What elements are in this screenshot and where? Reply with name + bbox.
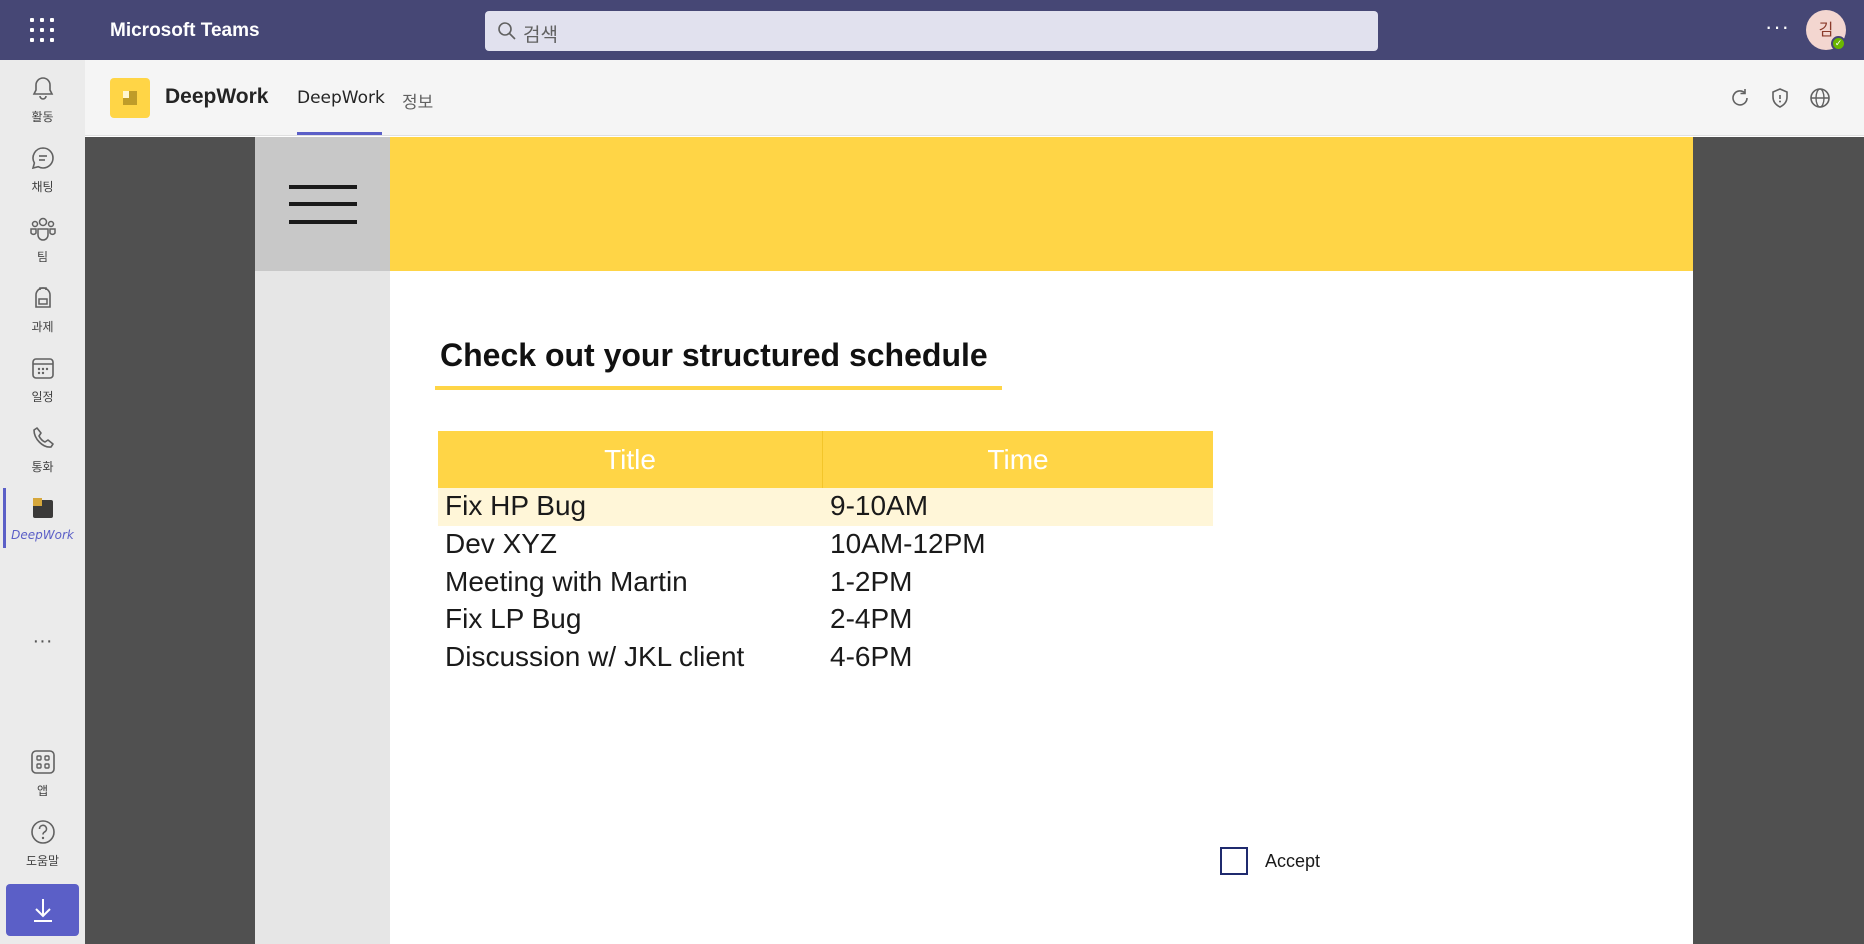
search-placeholder: 검색 [523,24,558,46]
app-bar: 활동 채팅 팀 과제 일정 통화 DeepWork ··· 앱 도움말 [0,60,85,944]
checkbox[interactable] [1220,847,1248,875]
download-button[interactable] [6,884,79,936]
row-title: Dev XYZ [445,528,558,559]
rail-item-label: 과제 [31,320,54,334]
rail-item-calendar[interactable]: 일정 [0,348,85,414]
download-icon [34,899,52,922]
more-apps-icon[interactable]: ··· [0,630,85,653]
table-row[interactable]: Meeting with Martin 1-2PM [438,564,1213,602]
globe-icon[interactable] [1808,86,1832,110]
rail-item-teams[interactable]: 팀 [0,208,85,274]
row-time: 9-10AM [830,490,929,521]
column-header-title: Title [604,444,656,475]
deepwork-logo-icon [123,91,137,105]
row-title: Meeting with Martin [445,566,688,597]
rail-item-assignments[interactable]: 과제 [0,278,85,344]
rail-item-label: 활동 [31,110,54,124]
refresh-icon[interactable] [1728,86,1752,110]
search-input[interactable]: 검색 [485,11,1378,51]
column-header-time: Time [987,444,1049,475]
shield-icon[interactable] [1768,86,1792,110]
rail-item-activity[interactable]: 활동 [0,68,85,134]
rail-item-label: 도움말 [25,854,60,868]
row-title: Fix HP Bug [445,490,587,521]
row-time: 4-6PM [830,641,913,672]
rail-item-label: 통화 [31,460,54,474]
rail-item-label: 일정 [31,390,54,404]
rail-item-calls[interactable]: 통화 [0,418,85,484]
backpack-icon [35,287,51,308]
rail-item-label: 앱 [36,784,49,798]
title-underline [435,386,1002,390]
more-options-icon[interactable]: ··· [1765,14,1790,40]
rail-item-apps[interactable]: 앱 [0,742,85,808]
row-time: 10AM-12PM [830,528,986,559]
app-launcher-icon[interactable] [28,16,56,44]
accept-label: Accept [1265,851,1321,871]
top-bar: Microsoft Teams 검색 ··· 김 ✓ [0,0,1864,60]
hamburger-menu-button[interactable] [255,137,390,271]
table-row[interactable]: Fix LP Bug 2-4PM [438,601,1213,639]
row-time: 1-2PM [830,566,913,597]
deepwork-app-frame: Check out your structured schedule Title… [255,137,1693,944]
rail-item-deepwork[interactable]: DeepWork [0,488,85,554]
hamburger-line [289,220,357,224]
rail-item-help[interactable]: 도움말 [0,812,85,878]
rail-item-chat[interactable]: 채팅 [0,138,85,204]
active-tab-indicator [297,132,382,135]
calendar-icon [32,358,54,379]
search-icon [498,22,516,40]
chat-icon [31,147,54,170]
page-title: Check out your structured schedule [440,337,988,373]
app-header: DeepWork DeepWork 정보 [85,60,1864,136]
hamburger-line [289,202,357,206]
rail-item-label: DeepWork [11,528,74,542]
deepwork-logo [110,78,150,118]
header-banner [390,137,1693,271]
app-name: DeepWork [165,85,269,108]
rail-item-label: 채팅 [31,180,54,194]
tab-info[interactable]: 정보 [402,88,433,113]
row-title: Discussion w/ JKL client [445,641,745,672]
teams-icon [30,217,56,241]
hamburger-line [289,185,357,189]
apps-icon [31,750,55,774]
help-icon [31,820,55,844]
presence-available-icon: ✓ [1831,36,1846,51]
table-row[interactable]: Dev XYZ 10AM-12PM [438,526,1213,564]
row-title: Fix LP Bug [445,603,582,634]
row-time: 2-4PM [830,603,913,634]
table-row[interactable]: Discussion w/ JKL client 4-6PM [438,639,1213,677]
tab-deepwork[interactable]: DeepWork [297,88,385,108]
app-title: Microsoft Teams [110,20,260,41]
deepwork-app-icon [33,498,53,518]
table-header: Title Time [438,431,1213,488]
table-row[interactable]: Fix HP Bug 9-10AM [438,488,1213,526]
phone-icon [33,427,54,448]
bell-icon [32,77,54,100]
rail-item-label: 팀 [36,250,49,264]
